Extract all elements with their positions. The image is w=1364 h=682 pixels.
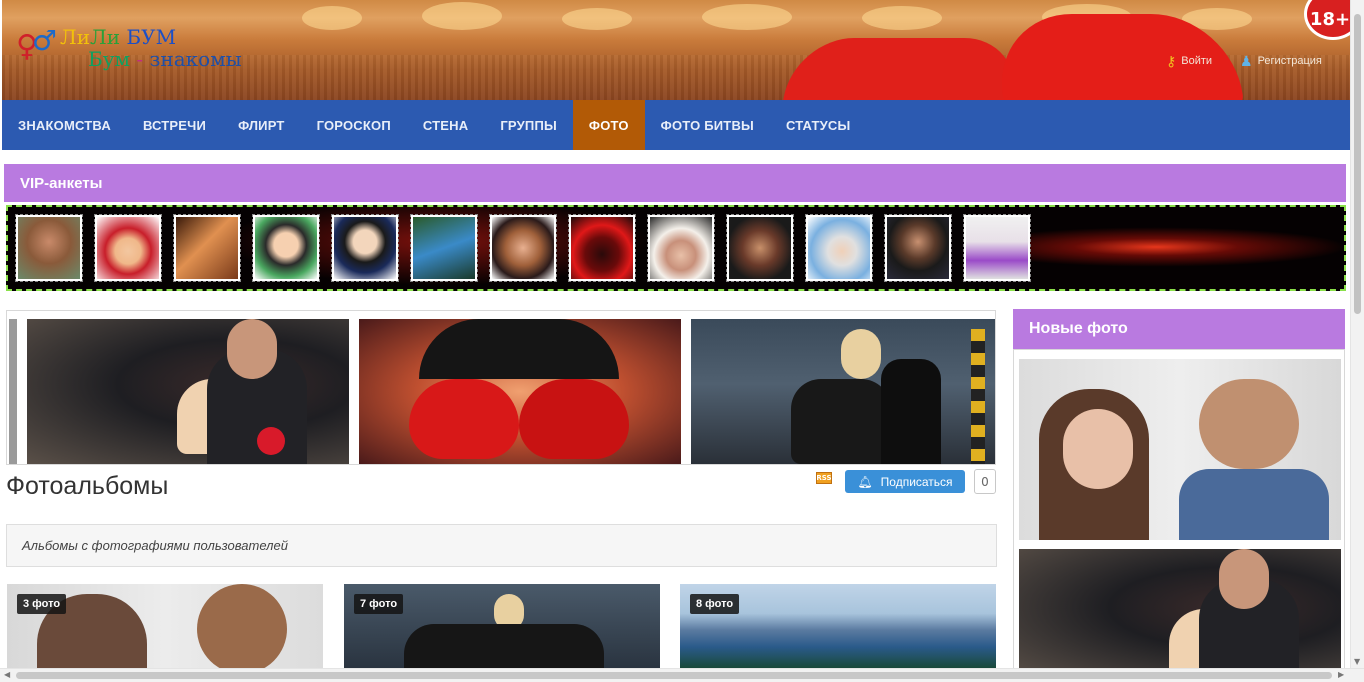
header-bokeh [422, 2, 502, 30]
vip-avatar[interactable] [884, 214, 952, 282]
nav-item-photo-battles[interactable]: ФОТО БИТВЫ [645, 100, 770, 150]
logo-text: БУМ [120, 25, 177, 49]
header-bokeh [302, 6, 362, 30]
new-photo[interactable] [1019, 359, 1341, 540]
key-icon: ⚷ [1166, 52, 1177, 69]
scroll-down-icon[interactable]: ▼ [1354, 657, 1360, 666]
album-card[interactable]: 8 фото [680, 584, 996, 668]
vip-avatar[interactable] [805, 214, 873, 282]
logo-text: Бум [88, 47, 131, 71]
vip-avatar[interactable] [726, 214, 794, 282]
album-card[interactable]: 3 фото [7, 584, 323, 668]
site-header: ♀ ♂ ЛиЛи БУМ Бум - знакомы ⚷ Войти ♟ Рег… [2, 0, 1350, 100]
scrollbar-thumb[interactable] [1354, 14, 1361, 314]
photo-shape [1199, 379, 1299, 469]
vip-avatar[interactable] [568, 214, 636, 282]
logo-text-line1: ЛиЛи БУМ [60, 26, 176, 48]
nav-item-groups[interactable]: ГРУППЫ [484, 100, 573, 150]
vip-avatar[interactable] [331, 214, 399, 282]
vip-avatar[interactable] [647, 214, 715, 282]
vip-avatar[interactable] [94, 214, 162, 282]
strip-background [1028, 227, 1344, 267]
heart-decoration [781, 38, 1025, 100]
slide-shape [227, 319, 277, 379]
vertical-scrollbar[interactable]: ▼ [1350, 0, 1364, 668]
scrollbar-thumb[interactable] [16, 672, 1332, 679]
slide-partial [9, 319, 17, 464]
logo-text: Ли [60, 25, 91, 49]
nav-item-flirt[interactable]: ФЛИРТ [222, 100, 301, 150]
slide-shape [419, 319, 619, 379]
nav-item-wall[interactable]: СТЕНА [407, 100, 484, 150]
album-photo-count: 7 фото [354, 594, 404, 614]
slide-shape [971, 329, 985, 464]
register-label: Регистрация [1257, 55, 1322, 67]
slide-image[interactable] [691, 319, 995, 464]
nav-item-meetings[interactable]: ВСТРЕЧИ [127, 100, 222, 150]
subscribe-button[interactable]: 🔔︎ Подписаться [845, 470, 965, 493]
logo-text: - [130, 47, 150, 71]
logo-text: знакомы [149, 47, 242, 71]
bell-icon: 🔔︎ [857, 474, 873, 489]
album-photo-count: 8 фото [690, 594, 740, 614]
scroll-right-icon[interactable]: ▶ [1338, 670, 1344, 679]
login-label: Войти [1181, 55, 1213, 67]
album-card[interactable]: 7 фото [344, 584, 660, 668]
new-photos-panel [1013, 349, 1345, 679]
vip-avatar[interactable] [15, 214, 83, 282]
slide-shape [257, 427, 285, 455]
album-photo-count: 3 фото [17, 594, 67, 614]
slide-shape [791, 379, 891, 464]
vip-avatar[interactable] [489, 214, 557, 282]
user-add-icon: ♟ [1240, 52, 1253, 69]
slide-image[interactable] [27, 319, 349, 464]
vip-avatar[interactable] [963, 214, 1031, 282]
vip-avatar[interactable] [410, 214, 478, 282]
albums-description: Альбомы с фотографиями пользователей [6, 524, 997, 567]
male-symbol-icon: ♂ [32, 24, 58, 57]
header-bokeh [562, 8, 632, 30]
album-shape [404, 624, 604, 668]
scroll-left-icon[interactable]: ◀ [4, 670, 10, 679]
vip-profiles-strip [6, 205, 1346, 291]
horizontal-scrollbar[interactable]: ◀ ▶ [0, 668, 1364, 682]
rss-icon[interactable]: RSS [816, 472, 832, 484]
vip-avatar[interactable] [252, 214, 320, 282]
register-link[interactable]: ♟ Регистрация [1240, 52, 1322, 70]
new-photo[interactable] [1019, 549, 1341, 679]
site-logo[interactable]: ♀ ♂ ЛиЛи БУМ Бум - знакомы [16, 24, 286, 76]
slide-shape [841, 329, 881, 379]
slide-shape [519, 379, 629, 459]
new-photos-title: Новые фото [1013, 309, 1345, 349]
main-nav: ЗНАКОМСТВА ВСТРЕЧИ ФЛИРТ ГОРОСКОП СТЕНА … [2, 100, 1350, 150]
nav-item-horoscope[interactable]: ГОРОСКОП [301, 100, 407, 150]
vip-section-title: VIP-анкеты [4, 164, 1346, 202]
photo-shape [1219, 549, 1269, 609]
logo-text-line2: Бум - знакомы [88, 48, 242, 70]
header-bokeh [862, 6, 942, 30]
nav-item-photo[interactable]: ФОТО [572, 100, 645, 150]
page-title: Фотоальбомы [6, 472, 169, 500]
subscribers-count: 0 [974, 469, 996, 494]
photo-shape [1179, 469, 1329, 540]
photo-shape [1063, 409, 1133, 489]
album-shape [197, 584, 287, 668]
logo-text: Ли [90, 25, 121, 49]
slide-image[interactable] [359, 319, 681, 464]
login-link[interactable]: ⚷ Войти [1166, 52, 1212, 70]
header-bokeh [702, 4, 792, 30]
slide-shape [881, 359, 941, 464]
vip-avatar[interactable] [173, 214, 241, 282]
subscribe-label: Подписаться [880, 474, 953, 489]
nav-item-statuses[interactable]: СТАТУСЫ [770, 100, 866, 150]
slide-shape [409, 379, 519, 459]
nav-item-dating[interactable]: ЗНАКОМСТВА [2, 100, 127, 150]
photo-slider [6, 310, 996, 465]
